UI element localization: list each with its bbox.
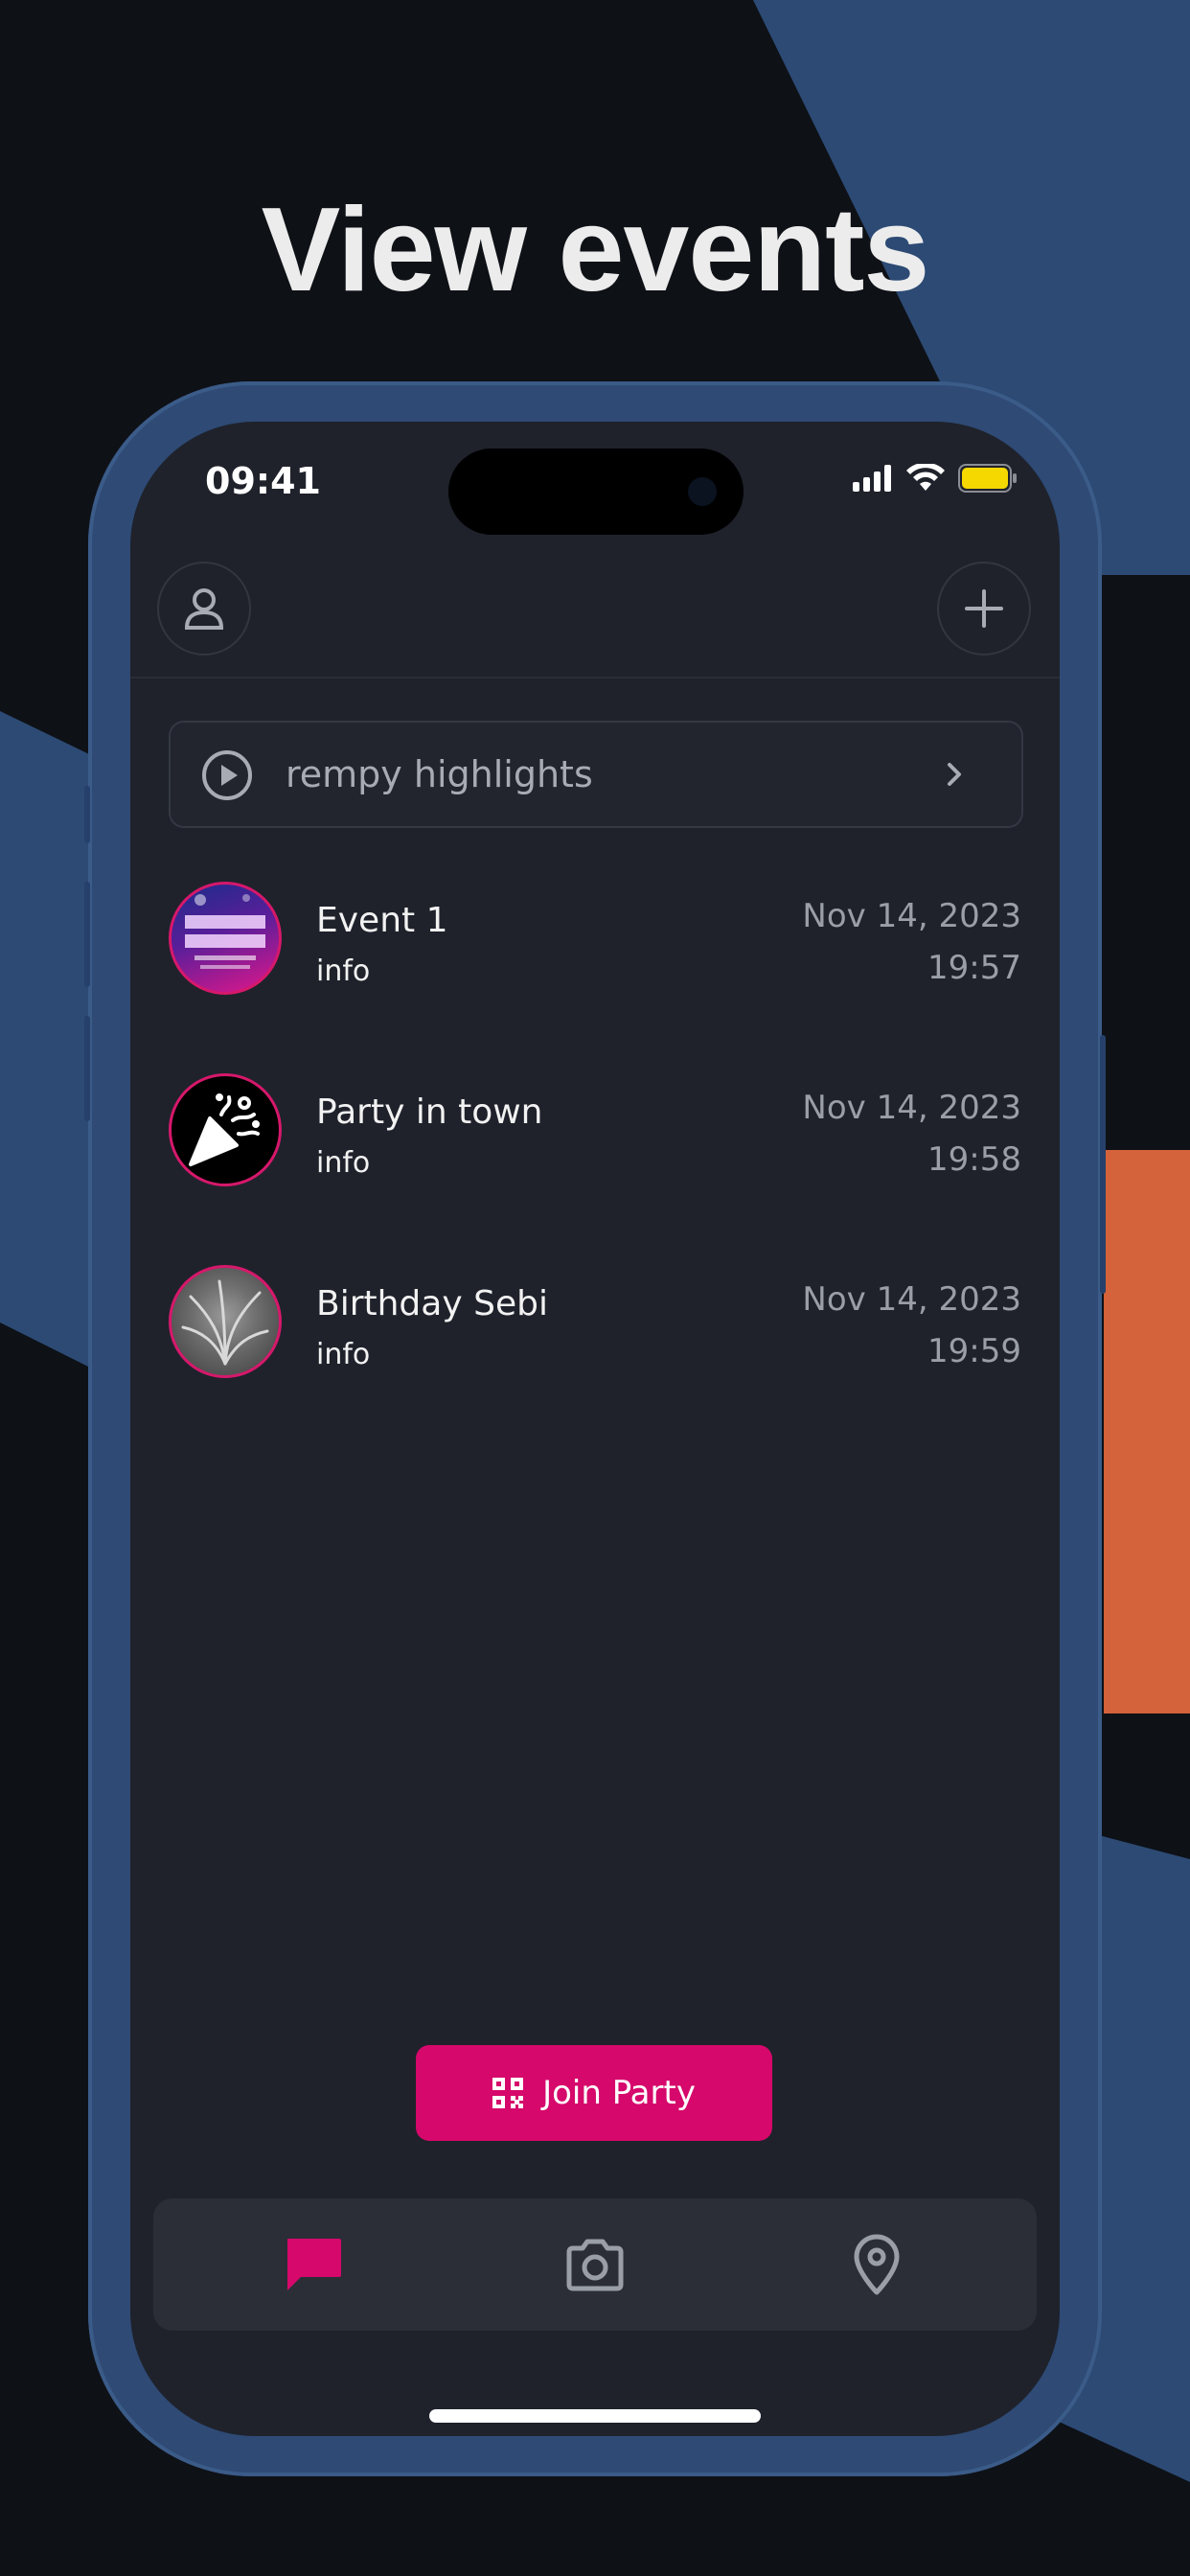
play-circle-icon [202, 750, 252, 800]
camera-icon [566, 2239, 624, 2291]
event-poster-image [185, 894, 265, 969]
status-time: 09:41 [205, 460, 321, 502]
wifi-icon [906, 464, 945, 491]
side-banner [1104, 1150, 1190, 1714]
highlights-row[interactable]: rempy highlights [169, 721, 1023, 828]
event-subtitle: info [316, 1146, 371, 1180]
tab-map[interactable] [841, 2229, 912, 2300]
party-popper-icon [189, 1093, 260, 1166]
front-camera [688, 477, 717, 506]
event-title: Birthday Sebi [316, 1284, 548, 1323]
tab-camera[interactable] [560, 2229, 630, 2300]
event-time: 19:58 [927, 1140, 1021, 1179]
join-party-label: Join Party [542, 2074, 696, 2112]
event-time: 19:59 [927, 1332, 1021, 1370]
event-subtitle: info [316, 954, 371, 988]
event-title: Event 1 [316, 901, 448, 940]
map-pin-icon [854, 2234, 900, 2295]
event-date: Nov 14, 2023 [802, 1089, 1021, 1127]
phone-volume-down [84, 1016, 90, 1121]
profile-button[interactable] [157, 562, 251, 656]
phone-volume-up [84, 882, 90, 987]
event-date: Nov 14, 2023 [802, 1280, 1021, 1319]
event-avatar [169, 882, 282, 995]
phone-side-button [84, 786, 90, 843]
event-title: Party in town [316, 1092, 543, 1132]
event-avatar [169, 1265, 282, 1378]
event-date: Nov 14, 2023 [802, 897, 1021, 935]
event-time: 19:57 [927, 949, 1021, 987]
home-indicator[interactable] [429, 2409, 761, 2423]
qr-code-icon [492, 2078, 524, 2108]
status-icons [853, 464, 1018, 493]
event-avatar [169, 1073, 282, 1186]
battery-icon [958, 464, 1017, 493]
page-headline: View events [261, 184, 930, 316]
join-party-button[interactable]: Join Party [416, 2045, 772, 2141]
phone-screen: 09:41 rempy highlights Event 1 info Nov … [130, 422, 1060, 2436]
phone-power-button [1100, 1035, 1106, 1294]
chat-bubble-icon [287, 2239, 341, 2290]
chevron-right-icon [948, 763, 961, 786]
event-row[interactable]: Event 1 info Nov 14, 2023 19:57 [169, 882, 1021, 1006]
signal-icon [853, 465, 891, 492]
event-subtitle: info [316, 1338, 371, 1371]
dynamic-island [448, 448, 744, 535]
event-row[interactable]: Birthday Sebi info Nov 14, 2023 19:59 [169, 1265, 1021, 1390]
tab-chat[interactable] [278, 2229, 349, 2300]
person-icon [184, 588, 224, 630]
add-event-button[interactable] [937, 562, 1031, 656]
event-row[interactable]: Party in town info Nov 14, 2023 19:58 [169, 1073, 1021, 1198]
header-divider [130, 677, 1060, 678]
tab-bar [153, 2198, 1037, 2331]
plant-photo-image [181, 1279, 269, 1366]
highlights-label: rempy highlights [286, 753, 593, 795]
plus-icon [965, 589, 1003, 628]
